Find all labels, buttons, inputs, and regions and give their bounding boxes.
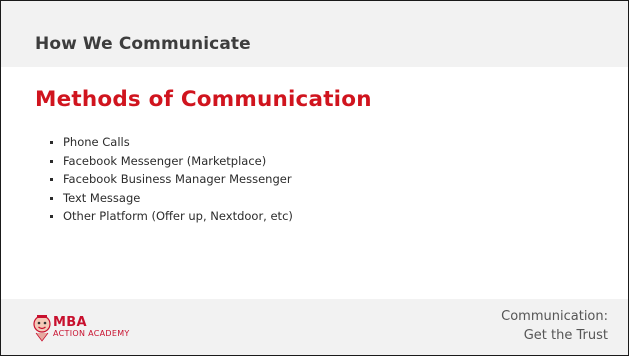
main-title: Methods of Communication — [35, 87, 372, 112]
logo-subtitle: ACTION ACADEMY — [53, 329, 130, 338]
list-item: Text Message — [50, 189, 293, 208]
list-item: Other Platform (Offer up, Nextdoor, etc) — [50, 207, 293, 226]
footer-caption-line1: Communication: — [501, 309, 608, 324]
list-item-text: Facebook Messenger (Marketplace) — [63, 153, 267, 168]
list-item-text: Text Message — [63, 190, 141, 205]
footer-caption: Communication: Get the Trust — [501, 307, 608, 345]
list-item-text: Facebook Business Manager Messenger — [63, 172, 292, 186]
academy-logo: MBA ACTION ACADEMY — [31, 313, 161, 343]
bullet-square-icon — [50, 178, 53, 181]
mascot-logo-icon — [33, 315, 51, 342]
list-item-text: Phone Calls — [63, 135, 130, 149]
logo-brand: MBA — [53, 315, 87, 330]
list-item: Facebook Business Manager Messenger — [50, 170, 293, 189]
slide-footer: MBA ACTION ACADEMY Communication: Get th… — [1, 299, 628, 355]
list-item: Phone Calls — [50, 133, 293, 152]
bullet-square-icon — [50, 141, 53, 144]
bullet-square-icon — [50, 215, 53, 218]
bullet-list: Phone Calls Facebook Messenger (Marketpl… — [50, 133, 293, 226]
bullet-square-icon — [50, 196, 53, 200]
header-title: How We Communicate — [35, 34, 251, 54]
footer-caption-line2: Get the Trust — [523, 328, 608, 343]
list-item: Facebook Messenger (Marketplace) — [50, 152, 293, 171]
slide-header: How We Communicate — [1, 1, 628, 67]
list-item-text: Other Platform (Offer up, Nextdoor, etc) — [63, 209, 293, 223]
slide: How We Communicate Methods of Communicat… — [0, 0, 629, 356]
slide-body: Methods of Communication Phone Calls Fac… — [1, 67, 628, 299]
bullet-square-icon — [50, 159, 53, 163]
